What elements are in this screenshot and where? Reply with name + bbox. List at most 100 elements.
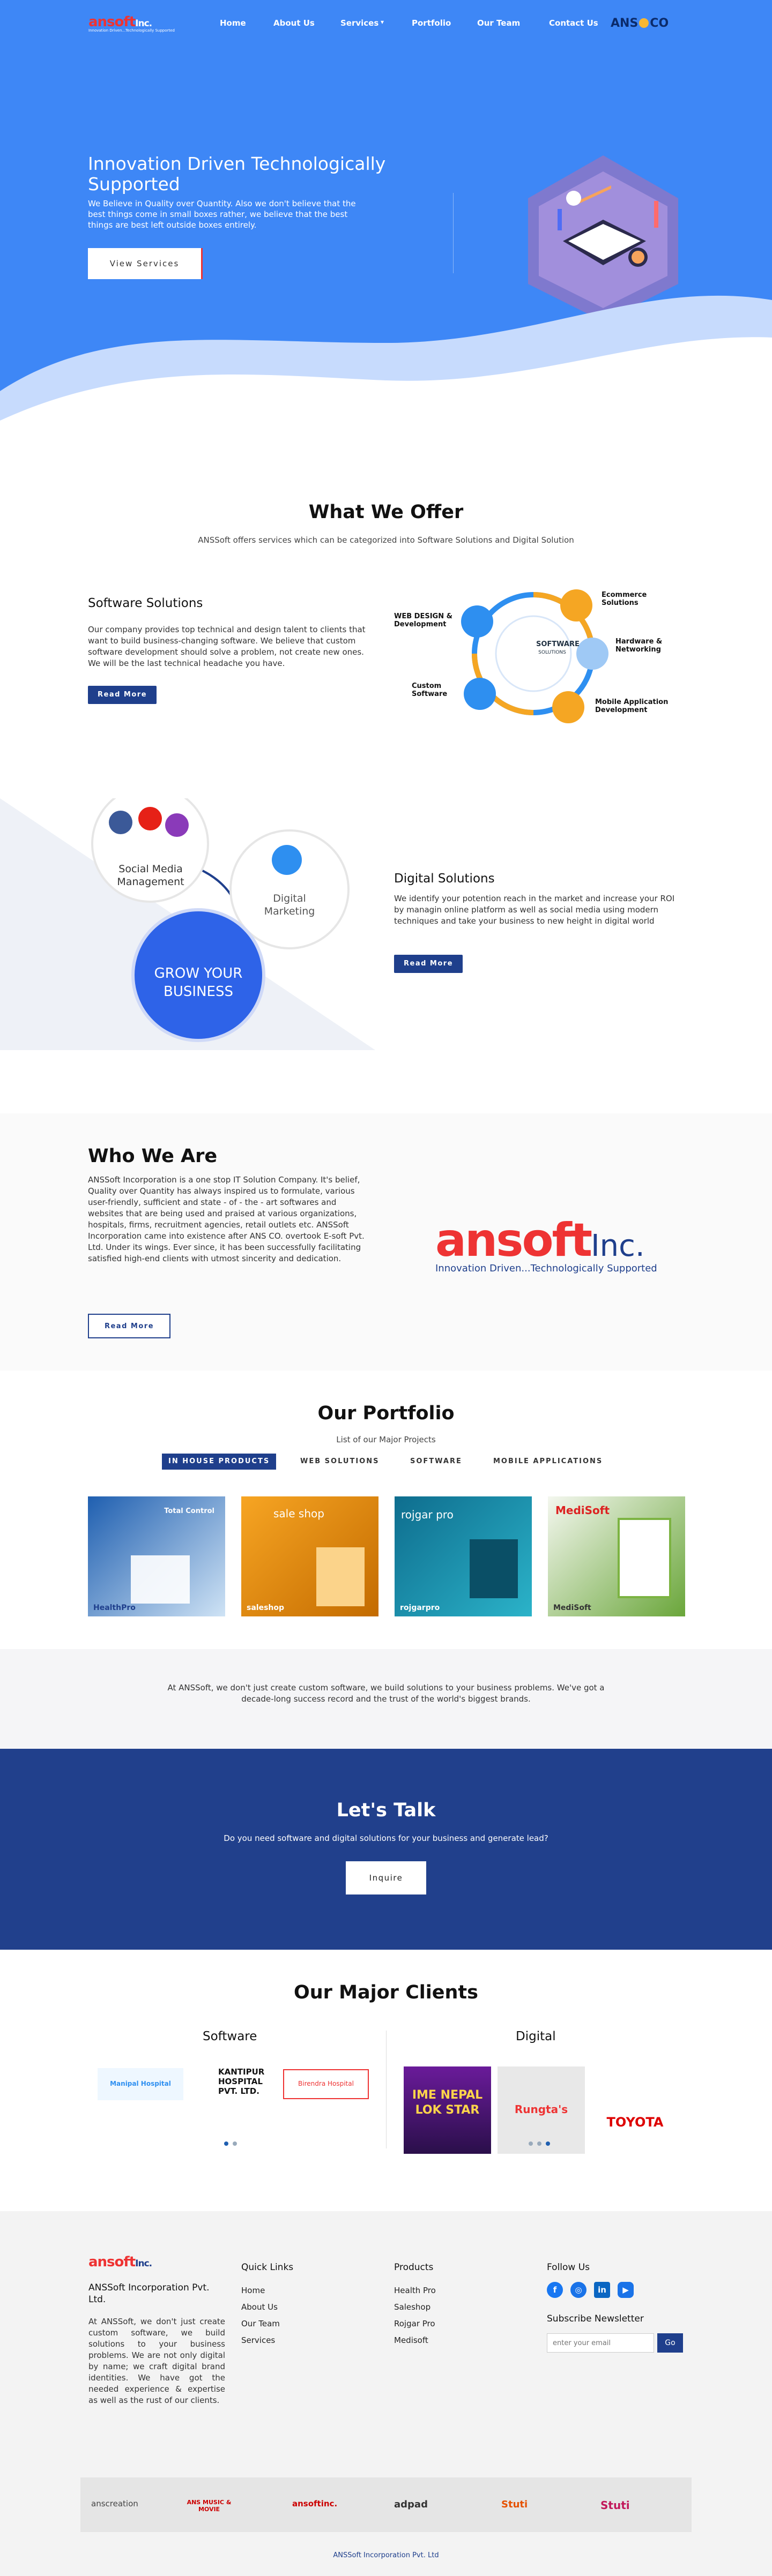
product-box-icon xyxy=(618,1518,671,1598)
who-logo-text: ansoft xyxy=(435,1214,592,1267)
portfolio-title: Our Portfolio xyxy=(317,1403,455,1424)
tab-in-house-products[interactable]: IN HOUSE PRODUCTS xyxy=(162,1454,277,1470)
diagram-center-sub: SOLUTIONS xyxy=(538,650,566,655)
hero-text: We Believe in Quality over Quantity. Als… xyxy=(88,199,356,230)
client-logo-rungtas: Rungta's xyxy=(498,2066,585,2154)
youtube-icon[interactable]: ▶ xyxy=(618,2282,634,2298)
software-text: Our company provides top technical and d… xyxy=(88,625,366,668)
footer-company-name: ANSSoft Incorporation Pvt. Ltd. xyxy=(88,2282,210,2305)
grow-business-label: GROW YOUR BUSINESS xyxy=(154,965,243,1000)
clients-divider xyxy=(386,2031,387,2148)
digital-heading: Digital Solutions xyxy=(394,872,495,886)
instagram-icon[interactable]: ◎ xyxy=(570,2282,587,2298)
diagram-mobile-label: Mobile Application Development xyxy=(595,698,669,714)
portfolio-item-rojgarpro[interactable]: rojgar pro rojgarpro xyxy=(395,1496,532,1616)
portfolio-subtitle: List of our Major Projects xyxy=(336,1435,436,1444)
quick-links-list: Home About Us Our Team Services xyxy=(241,2282,280,2349)
lets-talk-text: Do you need software and digital solutio… xyxy=(224,1833,548,1843)
digital-text: We identify your potention reach in the … xyxy=(394,894,675,926)
partner-logos-strip: anscreation ANS MUSIC & MOVIE ansoftinc.… xyxy=(80,2477,692,2532)
who-text: ANSSoft Incorporation is a one stop IT S… xyxy=(88,1175,365,1263)
chevron-down-icon: ▾ xyxy=(381,18,384,26)
digital-marketing-label: Digital Marketing xyxy=(264,893,315,917)
footer-about: At ANSSoft, we don't just create custom … xyxy=(88,2317,225,2405)
tab-web-solutions[interactable]: WEB SOLUTIONS xyxy=(300,1454,379,1470)
hero-section: ansoftInc. Innovation Driven...Technolog… xyxy=(0,0,772,453)
partner-logo: Stuti xyxy=(501,2499,528,2510)
software-clients-title: Software xyxy=(203,2030,257,2043)
portfolio-item-label: Total Control xyxy=(164,1507,214,1515)
client-logo-toyota: TOYOTA xyxy=(606,2115,664,2130)
copyright-text: ANSSoft Incorporation Pvt. Ltd xyxy=(333,2551,439,2559)
client-logo-kantipur: KANTIPUR HOSPITAL PVT. LTD. xyxy=(190,2064,276,2105)
linkedin-icon[interactable]: in xyxy=(594,2282,610,2298)
nav-portfolio[interactable]: Portfolio xyxy=(412,18,451,28)
ansco-logo[interactable]: ANS CO xyxy=(610,16,669,30)
portfolio-item-label: rojgar pro xyxy=(401,1508,454,1521)
newsletter-email-input[interactable] xyxy=(547,2333,654,2353)
digital-carousel-dot[interactable] xyxy=(529,2141,533,2146)
footer-link-team[interactable]: Our Team xyxy=(241,2316,280,2332)
footer-link-home[interactable]: Home xyxy=(241,2282,280,2299)
newsletter-go-button[interactable]: Go xyxy=(657,2333,683,2353)
footer-product-healthpro[interactable]: Health Pro xyxy=(394,2282,436,2299)
nav-contact[interactable]: Contact Us xyxy=(549,18,598,28)
nav-services[interactable]: Services xyxy=(340,18,378,28)
offer-title: What We Offer xyxy=(308,501,464,523)
client-logo-manipal: Manipal Hospital xyxy=(98,2068,183,2100)
portfolio-item-name: HealthPro xyxy=(93,1604,136,1612)
software-read-more-button[interactable]: Read More xyxy=(88,686,157,704)
footer-product-rojgarpro[interactable]: Rojgar Pro xyxy=(394,2316,436,2332)
statement-text: At ANSSoft, we don't just create custom … xyxy=(167,1683,605,1704)
footer-logo-suffix: Inc. xyxy=(135,2258,152,2269)
diagram-custom-label: Custom Software xyxy=(412,682,448,698)
footer-link-services[interactable]: Services xyxy=(241,2332,280,2349)
hero-title: Innovation Driven Technologically Suppor… xyxy=(88,153,386,194)
portfolio-item-healthpro[interactable]: Total Control HealthPro xyxy=(88,1496,225,1616)
portfolio-item-label: sale shop xyxy=(273,1507,324,1520)
digital-carousel-dot[interactable] xyxy=(546,2141,550,2146)
tab-software[interactable]: SOFTWARE xyxy=(410,1454,462,1470)
ansco-right: CO xyxy=(650,16,669,30)
client-logo-kantipur-text: KANTIPUR HOSPITAL PVT. LTD. xyxy=(218,2067,265,2096)
footer-product-saleshop[interactable]: Saleshop xyxy=(394,2299,436,2316)
partner-logo: ANS MUSIC & MOVIE xyxy=(187,2499,232,2513)
portfolio-item-medisoft[interactable]: MediSoft MediSoft xyxy=(548,1496,685,1616)
newsletter-title: Subscribe Newsletter xyxy=(547,2313,644,2324)
diagram-web-label: WEB DESIGN & Development xyxy=(394,612,452,628)
quick-links-title: Quick Links xyxy=(241,2262,294,2273)
partner-logo: anscreation xyxy=(91,2499,138,2508)
diagram-hardware-label: Hardware & Networking xyxy=(615,638,663,654)
software-carousel-dot[interactable] xyxy=(224,2141,228,2146)
hero-divider xyxy=(453,193,454,273)
offer-subtitle: ANSSoft offers services which can be cat… xyxy=(198,535,574,545)
nav-about[interactable]: About Us xyxy=(273,18,315,28)
facebook-icon[interactable]: f xyxy=(547,2282,563,2298)
lets-talk-title: Let's Talk xyxy=(336,1800,436,1821)
who-logo-tagline: Innovation Driven...Technologically Supp… xyxy=(435,1263,657,1274)
inquire-button[interactable]: Inquire xyxy=(346,1861,426,1894)
social-media-label: Social Media Management xyxy=(117,863,184,888)
portfolio-item-saleshop[interactable]: sale shop saleshop xyxy=(241,1496,378,1616)
digital-carousel-dot[interactable] xyxy=(537,2141,541,2146)
portfolio-item-name: saleshop xyxy=(247,1604,285,1612)
who-logo: ansoftInc. Innovation Driven...Technolog… xyxy=(435,1214,657,1274)
lets-talk-section: Let's Talk Do you need software and digi… xyxy=(0,1749,772,1950)
digital-clients-title: Digital xyxy=(516,2030,556,2043)
ansco-left: ANS xyxy=(611,16,639,30)
software-heading: Software Solutions xyxy=(88,596,203,610)
footer-logo[interactable]: ansoftInc. xyxy=(88,2254,152,2270)
client-logo-ime-lokstar: IME NEPAL LOK STAR xyxy=(404,2066,491,2154)
product-box-icon xyxy=(131,1555,190,1604)
software-carousel-dot[interactable] xyxy=(233,2141,237,2146)
follow-us-title: Follow Us xyxy=(547,2262,590,2273)
digital-read-more-button[interactable]: Read More xyxy=(394,955,463,973)
nav-team[interactable]: Our Team xyxy=(477,18,520,28)
who-read-more-button[interactable]: Read More xyxy=(88,1314,170,1338)
footer-product-medisoft[interactable]: Medisoft xyxy=(394,2332,436,2349)
footer-link-about[interactable]: About Us xyxy=(241,2299,280,2316)
tab-mobile-applications[interactable]: MOBILE APPLICATIONS xyxy=(493,1454,603,1470)
nav-home[interactable]: Home xyxy=(220,18,246,28)
navbar: ansoftInc. Innovation Driven...Technolog… xyxy=(0,0,772,47)
social-links: f ◎ in ▶ xyxy=(547,2282,641,2298)
